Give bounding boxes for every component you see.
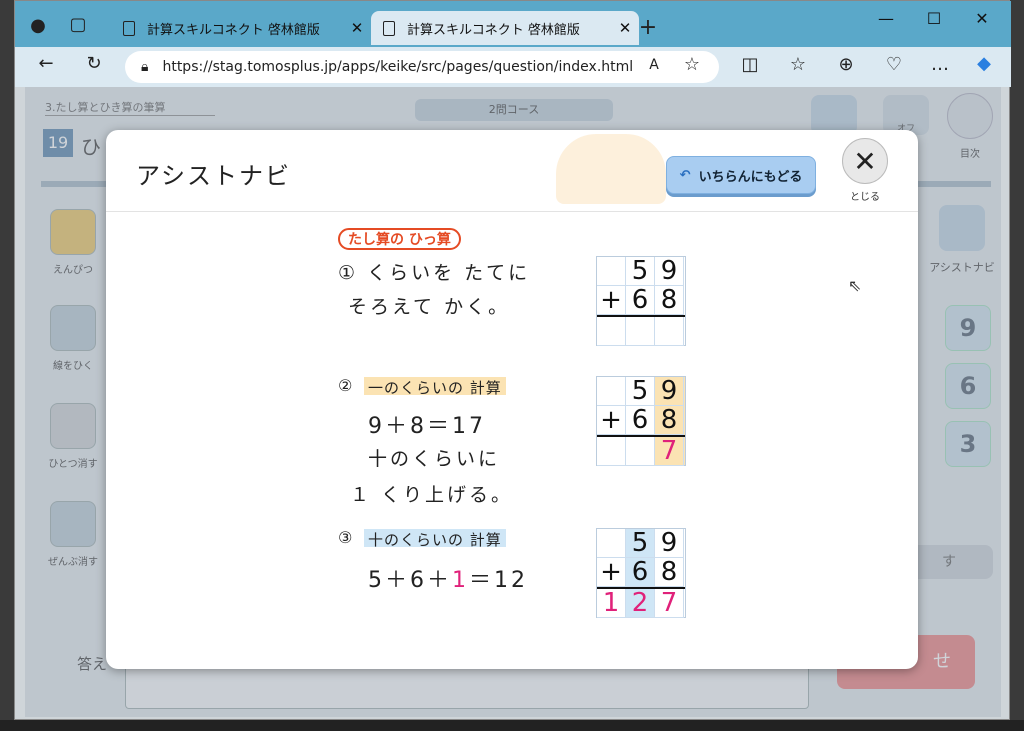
tab-actions-icon[interactable]: ▢ [65, 14, 91, 35]
grid-cell: 6 [626, 557, 655, 587]
document-icon [383, 20, 395, 36]
grid-cell [597, 257, 626, 286]
browser-essentials-icon[interactable]: ♡ [881, 54, 907, 75]
close-modal-button[interactable]: ✕ [842, 138, 888, 184]
grid-cell [597, 529, 626, 558]
step3-eq-part-a: 5＋6＋ [368, 568, 452, 593]
tab-title: 計算スキルコネクト 啓林館版 [407, 22, 580, 38]
tab-title: 計算スキルコネクト 啓林館版 [147, 22, 320, 38]
column-grid-1: 5 9 + 6 8 [596, 256, 686, 346]
copilot-icon[interactable]: ◆ [971, 53, 997, 74]
grid-cell [597, 377, 626, 406]
grid-cell: + [597, 405, 626, 435]
step2-line3: １ くり上げる。 [350, 484, 514, 506]
back-to-list-label: いちらんにもどる [698, 169, 803, 185]
grid-cell: 5 [626, 256, 655, 286]
step2-line2: 十のくらいに [368, 448, 501, 470]
cat-mascot-icon [556, 134, 666, 204]
close-tab-icon[interactable]: ✕ [343, 19, 371, 37]
step1-line2: そろえて かく。 [348, 296, 511, 318]
url-field[interactable]: 🔒︎ https://stag.tomosplus.jp/apps/keike/… [125, 51, 719, 83]
read-aloud-icon[interactable]: A [641, 57, 667, 73]
close-icon: ✕ [853, 144, 877, 178]
step1-line1: ① くらいを たてに [338, 262, 531, 284]
back-to-list-button[interactable]: ↶ いちらんにもどる [666, 156, 816, 194]
grid-cell: 6 [626, 405, 655, 435]
tab-2[interactable]: 計算スキルコネクト 啓林館版 ✕ [371, 11, 639, 45]
grid-cell [626, 317, 655, 346]
modal-header: アシストナビ ↶ いちらんにもどる ✕ とじる [106, 130, 918, 212]
favorites-icon[interactable]: ☆ [785, 54, 811, 75]
grid-cell: 9 [655, 376, 684, 406]
collections-icon[interactable]: ⊕ [833, 54, 859, 75]
grid-cell: 5 [626, 376, 655, 406]
grid-cell: 9 [655, 256, 684, 286]
step3-header: 十のくらいの 計算 [364, 529, 506, 549]
close-window-icon[interactable]: ✕ [967, 9, 997, 28]
lock-icon: 🔒︎ [141, 59, 149, 75]
column-grid-2: 5 9 + 6 8 7 [596, 376, 686, 466]
step2-circle-number: ② [338, 376, 356, 395]
grid-cell: 2 [626, 588, 655, 618]
step3-eq-part-c: ＝12 [469, 568, 528, 593]
split-screen-icon[interactable]: ◫ [737, 54, 763, 75]
address-bar: ← ↻ 🔒︎ https://stag.tomosplus.jp/apps/ke… [15, 47, 1011, 87]
back-icon[interactable]: ← [33, 53, 59, 74]
grid-cell: 8 [655, 557, 684, 587]
grid-cell [597, 317, 626, 346]
grid-cell: 1 [597, 588, 626, 618]
step3-equation: 5＋6＋1＝12 [368, 562, 528, 594]
grid-cell [626, 437, 655, 466]
favorite-star-icon[interactable]: ☆ [679, 54, 705, 75]
document-icon [123, 20, 135, 36]
grid-cell: 8 [655, 405, 684, 435]
grid-cell [655, 317, 684, 346]
mouse-cursor-icon: ⇖ [848, 276, 862, 295]
grid-cell: 7 [655, 588, 684, 618]
profile-icon[interactable]: ● [25, 15, 51, 36]
grid-cell: + [597, 285, 626, 315]
grid-cell: 6 [626, 285, 655, 315]
step3-carry-digit: 1 [452, 568, 469, 593]
grid-cell: + [597, 557, 626, 587]
step3-circle-number: ③ [338, 528, 356, 547]
taskbar [0, 720, 1024, 731]
column-grid-3: 5 9 + 6 8 1 2 7 [596, 528, 686, 618]
grid-cell: 7 [655, 436, 684, 466]
assist-navi-modal: アシストナビ ↶ いちらんにもどる ✕ とじる たし算の ひっ算 ① くらいを … [106, 130, 918, 669]
back-arrow-icon: ↶ [679, 167, 691, 183]
step2-header: 一のくらいの 計算 [364, 377, 506, 397]
maximize-icon[interactable]: ☐ [919, 9, 949, 28]
url-text: https://stag.tomosplus.jp/apps/keike/src… [162, 59, 634, 75]
close-label: とじる [850, 192, 880, 203]
topic-badge: たし算の ひっ算 [338, 228, 461, 250]
refresh-icon[interactable]: ↻ [81, 53, 107, 74]
new-tab-icon[interactable]: + [635, 15, 661, 40]
tab-1[interactable]: 計算スキルコネクト 啓林館版 ✕ [111, 11, 371, 45]
grid-cell [597, 437, 626, 466]
tab-bar: ● ▢ 計算スキルコネクト 啓林館版 ✕ 計算スキルコネクト 啓林館版 ✕ + … [15, 1, 1011, 47]
more-menu-icon[interactable]: … [927, 54, 953, 75]
grid-cell: 8 [655, 285, 684, 315]
grid-cell: 9 [655, 528, 684, 558]
step2-equation: 9＋8＝17 [368, 414, 486, 439]
grid-cell: 5 [626, 528, 655, 558]
minimize-icon[interactable]: — [871, 9, 901, 28]
modal-title: アシストナビ [136, 162, 292, 190]
